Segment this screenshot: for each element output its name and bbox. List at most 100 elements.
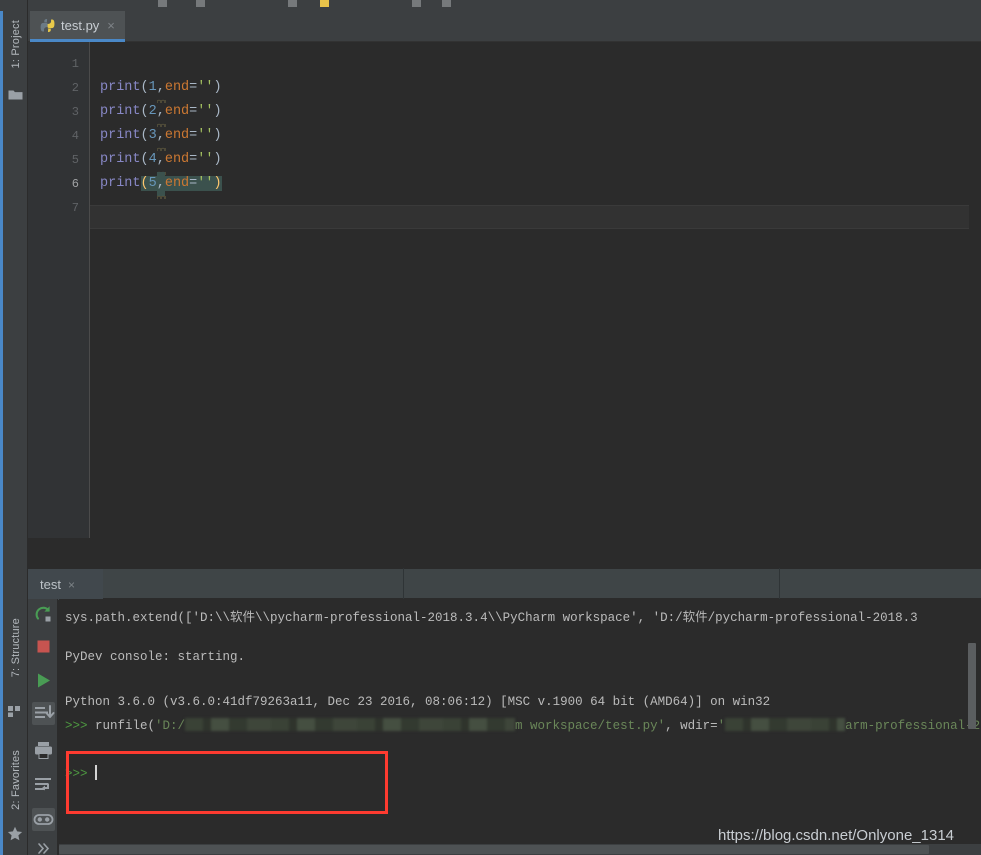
stop-icon[interactable] [32,635,55,658]
code-token: end [165,152,189,167]
rail-label-project: 1: Project [10,20,22,68]
code-token: print [100,104,141,119]
gutter-line-number[interactable]: 3 [39,100,79,124]
console-text: >>> [65,719,95,733]
soft-wrap-icon[interactable] [32,773,55,796]
code-token: ( [141,104,149,119]
folder-icon [8,88,23,100]
close-icon[interactable]: × [68,578,75,592]
console-text: PyDev console: starting. [65,650,245,664]
current-line-highlight [28,205,981,229]
console-vertical-scrollbar[interactable] [968,643,976,729]
code-token: print [100,152,141,167]
console-tab-bar: test × [28,568,981,599]
rail-accent-bar [0,11,3,855]
code-token: ( [141,152,149,167]
code-token: ( [141,128,149,143]
run-icon[interactable] [32,669,55,692]
code-token: ) [213,80,221,95]
code-token: end [165,128,189,143]
code-token: 5 [149,176,157,191]
console-text: arm-professional-2 [845,719,980,733]
code-token: '' [197,80,213,95]
code-token: , [157,148,165,172]
console-line-runfile: >>> runfile('D:/m workspace/test.py', wd… [65,715,980,737]
code-token: '' [197,104,213,119]
console-tab-label: test [40,577,61,592]
code-token: 2 [149,104,157,119]
toolbar-icon-sync[interactable] [288,0,297,7]
console-horizontal-scrollbar[interactable] [59,844,981,855]
gutter-line-number[interactable]: 2 [39,76,79,100]
console-text: >>> [65,767,95,781]
code-token: 1 [149,80,157,95]
eye-icon[interactable] [32,808,55,831]
tab-separator-2 [779,568,780,599]
gutter-line-number[interactable]: 1 [39,52,79,76]
editor-gutter[interactable]: 1234567 [28,42,90,538]
rail-label-structure: 7: Structure [10,618,22,677]
redacted-block [185,718,515,731]
code-line[interactable]: print(5,end='') [100,172,222,196]
console-line-pyver: Python 3.6.0 (v3.6.0:41df79263a11, Dec 2… [65,691,770,713]
console-caret [95,765,97,780]
gutter-line-number[interactable]: 4 [39,124,79,148]
console-text: Python 3.6.0 (v3.6.0:41df79263a11, Dec 2… [65,695,770,709]
rail-button-project[interactable]: 1: Project [3,20,28,130]
rail-label-favorites: 2: Favorites [10,750,22,810]
code-token: ) [213,128,221,143]
console-line-emptyprompt: >>> [65,763,97,785]
main-toolbar [0,0,981,11]
toolbar-icon-save[interactable] [196,0,205,7]
console-text: sys.path.extend(['D:\\软件\\pycharm-profes… [65,611,918,625]
code-token: '' [197,152,213,167]
gutter-line-number[interactable]: 6 [39,172,79,196]
more-icon[interactable] [32,837,55,855]
code-token: print [100,80,141,95]
code-token: print [100,128,141,143]
gutter-line-number[interactable]: 5 [39,148,79,172]
code-line[interactable]: print(2,end='') [100,100,222,124]
code-line[interactable]: print(3,end='') [100,124,222,148]
close-icon[interactable]: × [107,18,115,33]
console-line-pydev: PyDev console: starting. [65,646,245,668]
star-icon [7,826,23,842]
python-file-icon [40,18,55,33]
code-token: , [157,100,165,124]
editor-tab-test-py[interactable]: test.py × [30,11,125,42]
code-token: , [157,76,165,100]
code-token: '' [197,128,213,143]
rerun-icon[interactable] [32,603,55,626]
redacted-block [725,718,845,731]
editor-tab-label: test.py [61,18,99,33]
gutter-line-number[interactable]: 7 [39,196,79,220]
toolbar-icon-debug[interactable] [412,0,421,7]
code-editor[interactable]: 1234567 print(1,end='')print(2,end='')pr… [28,42,981,538]
tab-separator-1 [403,568,404,599]
code-token: , [157,124,165,148]
code-token: ( [141,176,149,191]
code-token: 3 [149,128,157,143]
console-text: ' [718,719,726,733]
editor-marker-gutter[interactable] [969,42,981,538]
console-tab-test[interactable]: test × [28,569,103,600]
console-output[interactable]: sys.path.extend(['D:\\软件\\pycharm-profes… [59,599,981,855]
toolbar-icon-run[interactable] [320,0,329,7]
toolbar-icon-search[interactable] [442,0,451,7]
scroll-to-end-icon[interactable] [32,702,55,725]
code-token: print [100,176,141,191]
code-token: ( [141,80,149,95]
console-text: 'D:/ [155,719,185,733]
scrollbar-thumb[interactable] [59,845,929,854]
code-token: end [165,104,189,119]
structure-icon [8,704,22,715]
code-line[interactable]: print(4,end='') [100,148,222,172]
left-tool-rail: 1: Project 7: Structure 2: Favorites [0,0,28,855]
pycharm-window: 1: Project 7: Structure 2: Favorites [0,0,981,855]
code-line[interactable]: print(1,end='') [100,76,222,100]
code-token: ) [213,104,221,119]
toolbar-icon-open[interactable] [158,0,167,7]
watermark-text: https://blog.csdn.net/Onlyone_1314 [718,827,954,844]
print-icon[interactable] [32,739,55,762]
console-toolbar [28,599,58,855]
